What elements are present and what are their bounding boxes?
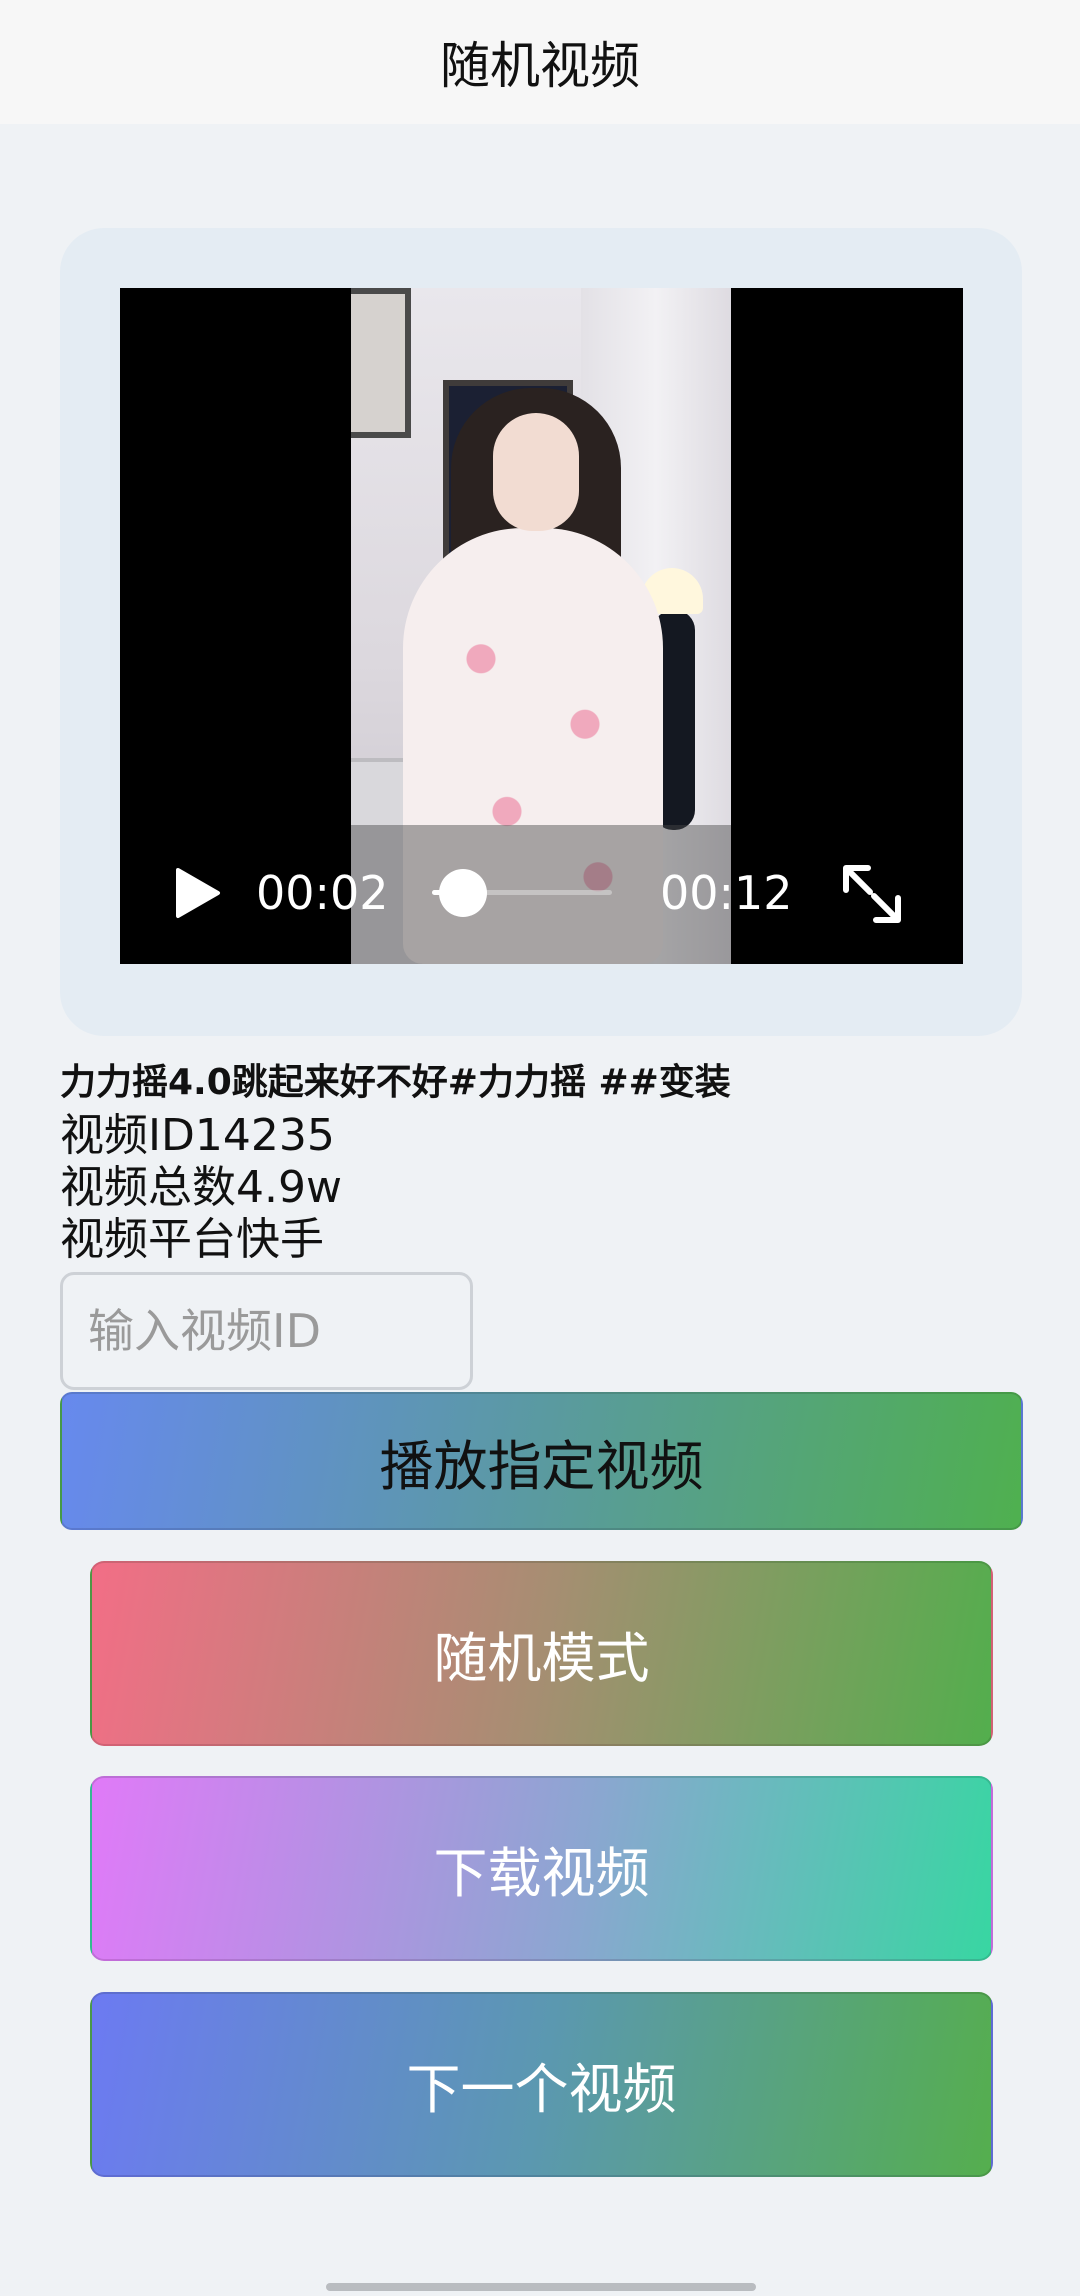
video-id-text: 视频ID14235 [60,1110,335,1161]
progress-thumb[interactable] [438,869,487,917]
next-video-button[interactable]: 下一个视频 [90,1992,993,2177]
page-title: 随机视频 [440,37,640,95]
play-icon [176,868,220,918]
video-platform-text: 视频平台快手 [60,1214,324,1265]
video-player[interactable]: 00:02 00:12 [120,288,963,964]
current-time: 00:02 [256,866,389,920]
fullscreen-icon [843,865,901,923]
home-indicator[interactable] [326,2283,756,2291]
video-id-input[interactable] [60,1272,473,1390]
video-total-text: 视频总数4.9w [60,1162,342,1213]
play-specified-video-button[interactable]: 播放指定视频 [60,1392,1023,1530]
download-video-button[interactable]: 下载视频 [90,1776,993,1961]
duration-time: 00:12 [660,866,793,920]
wall-picture [351,288,411,438]
nav-bar: 随机视频 [0,0,1080,124]
video-title: 力力摇4.0跳起来好不好#力力摇 ##变装 [60,1062,731,1103]
random-mode-button[interactable]: 随机模式 [90,1561,993,1746]
fullscreen-button[interactable] [840,862,904,926]
play-button[interactable] [172,866,222,920]
